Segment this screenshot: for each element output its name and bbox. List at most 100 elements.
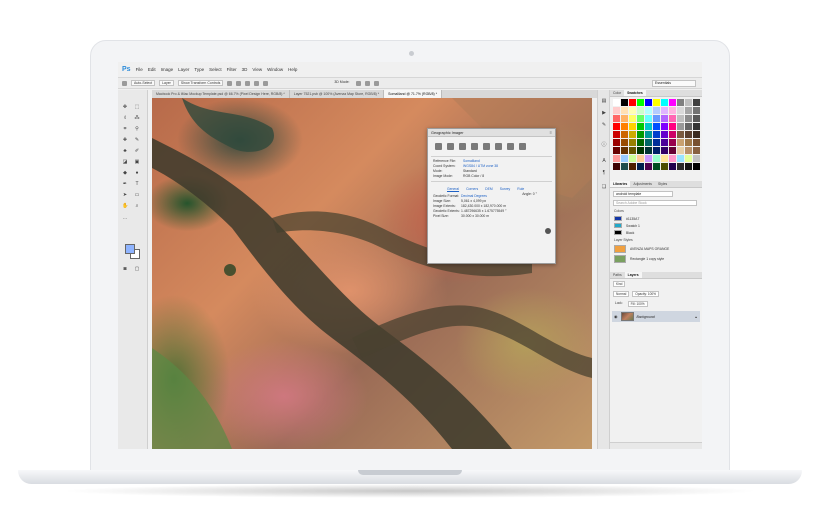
menu-filter[interactable]: Filter — [227, 67, 237, 72]
color-swatch[interactable] — [653, 115, 660, 122]
color-swatch[interactable] — [621, 163, 628, 170]
3d-rotate-icon[interactable] — [355, 80, 361, 86]
color-swatch[interactable] — [685, 107, 692, 114]
import-icon[interactable] — [519, 143, 526, 150]
color-swatch[interactable] — [693, 155, 700, 162]
align-icon[interactable] — [245, 80, 251, 86]
healing-brush-icon[interactable]: ✚ — [122, 137, 128, 143]
quick-mask-icon[interactable]: ◙ — [122, 266, 128, 272]
color-swatch[interactable] — [661, 139, 668, 146]
color-swatch[interactable] — [669, 99, 676, 106]
color-swatch[interactable] — [677, 107, 684, 114]
tab-layers[interactable]: Layers — [624, 272, 642, 278]
color-swatch[interactable] — [669, 115, 676, 122]
stamp-tool-icon[interactable]: ♣ — [122, 148, 128, 154]
color-swatch[interactable] — [621, 123, 628, 130]
tab-avenza-layer[interactable]: Layer 7521.psb @ 100% (Avenza Map Store,… — [290, 90, 385, 98]
color-swatch[interactable] — [645, 131, 652, 138]
color-swatch[interactable] — [621, 99, 628, 106]
blend-mode-select[interactable]: Normal — [613, 291, 630, 297]
color-swatch[interactable] — [629, 123, 636, 130]
crop-icon[interactable] — [495, 143, 502, 150]
colors-section-label[interactable]: Colors — [610, 207, 702, 215]
layer-row[interactable]: ◉ Background 🔒︎ — [612, 311, 700, 322]
workspace-select[interactable]: Essentials — [652, 80, 696, 87]
tab-general[interactable]: General — [447, 187, 459, 191]
tab-survey[interactable]: Survey — [500, 187, 511, 191]
paragraph-icon[interactable]: ¶ — [601, 170, 607, 176]
color-swatch[interactable] — [629, 163, 636, 170]
color-swatch[interactable] — [677, 155, 684, 162]
clone-source-icon[interactable]: ❏ — [601, 184, 607, 190]
color-swatch[interactable] — [629, 107, 636, 114]
auto-select-checkbox[interactable]: Auto-Select — [131, 80, 156, 86]
stock-search-input[interactable]: Search Adobe Stock — [613, 200, 697, 206]
color-swatch[interactable] — [629, 147, 636, 154]
color-swatch[interactable] — [693, 163, 700, 170]
color-swatch[interactable] — [685, 115, 692, 122]
color-swatch[interactable] — [621, 147, 628, 154]
color-swatch[interactable] — [669, 155, 676, 162]
color-swatch[interactable] — [613, 131, 620, 138]
color-swatch[interactable] — [661, 115, 668, 122]
transform-icon[interactable] — [447, 143, 454, 150]
tab-somaliland[interactable]: Somaliland @ 71.7% (RGB/8) * — [384, 90, 443, 98]
color-swatch[interactable] — [685, 147, 692, 154]
color-swatch[interactable] — [677, 115, 684, 122]
color-swatch[interactable] — [653, 99, 660, 106]
color-swatch[interactable] — [637, 99, 644, 106]
color-swatch[interactable] — [629, 139, 636, 146]
color-swatch[interactable] — [653, 107, 660, 114]
color-swatch[interactable] — [653, 155, 660, 162]
color-swatch[interactable] — [621, 107, 628, 114]
tab-macbook-mockup[interactable]: Macbook Pro & iMac Mockup Template.psd @… — [152, 90, 290, 98]
color-swatch[interactable] — [637, 147, 644, 154]
color-swatch[interactable] — [613, 123, 620, 130]
move-tool-icon[interactable] — [122, 80, 127, 86]
color-swatch[interactable] — [645, 163, 652, 170]
shape-tool-icon[interactable]: ▭ — [134, 192, 140, 198]
color-swatch[interactable] — [693, 99, 700, 106]
color-swatch[interactable] — [645, 115, 652, 122]
actions-icon[interactable]: ▶ — [601, 110, 607, 116]
menu-help[interactable]: Help — [288, 67, 297, 72]
history-icon[interactable]: ▤ — [601, 98, 607, 104]
tile-icon[interactable] — [483, 143, 490, 150]
color-swatch[interactable] — [621, 139, 628, 146]
menu-window[interactable]: Window — [267, 67, 283, 72]
color-swatch[interactable] — [669, 107, 676, 114]
menu-type[interactable]: Type — [194, 67, 204, 72]
library-style[interactable]: AVENZA MAPS ORANGE — [610, 244, 702, 254]
color-swatch[interactable] — [693, 115, 700, 122]
color-swatch[interactable] — [677, 131, 684, 138]
opacity-field[interactable]: Opacity: 100% — [632, 291, 660, 297]
color-swatch[interactable] — [653, 139, 660, 146]
mosaic-icon[interactable] — [471, 143, 478, 150]
color-swatch[interactable] — [677, 147, 684, 154]
eraser-icon[interactable]: ◪ — [122, 159, 128, 165]
color-swatch[interactable] — [677, 163, 684, 170]
color-swatch[interactable] — [621, 131, 628, 138]
crop-tool-icon[interactable]: ⌗ — [122, 126, 128, 132]
color-swatch[interactable] — [669, 131, 676, 138]
hand-tool-icon[interactable]: ✋ — [122, 203, 128, 209]
menu-image[interactable]: Image — [161, 67, 174, 72]
color-swatch[interactable] — [645, 99, 652, 106]
color-swatch[interactable] — [677, 123, 684, 130]
color-swatch[interactable] — [629, 131, 636, 138]
move-tool-icon[interactable]: ✥ — [122, 104, 128, 110]
library-color[interactable]: Swatch 1 — [610, 222, 702, 229]
distribute-icon[interactable] — [263, 80, 269, 86]
screen-mode-icon[interactable]: ▢ — [134, 266, 140, 272]
color-swatch[interactable] — [677, 99, 684, 106]
color-swatch[interactable] — [637, 115, 644, 122]
color-swatch[interactable] — [645, 123, 652, 130]
color-swatch[interactable] — [613, 147, 620, 154]
menu-file[interactable]: File — [136, 67, 143, 72]
library-style[interactable]: Rectangle 1 copy style — [610, 254, 702, 264]
color-swatch[interactable] — [629, 99, 636, 106]
color-swatch[interactable] — [613, 107, 620, 114]
color-swatch[interactable] — [613, 163, 620, 170]
tab-rule[interactable]: Rule — [517, 187, 524, 191]
magic-wand-icon[interactable]: ⁂ — [134, 115, 140, 121]
